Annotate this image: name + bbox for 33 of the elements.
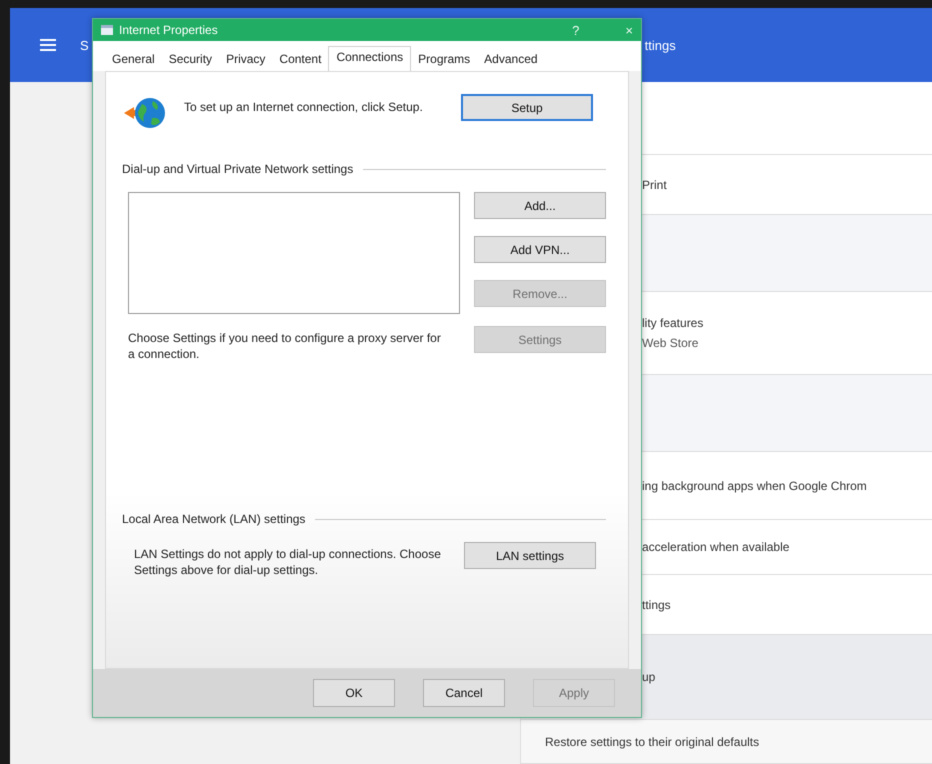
tab[interactable]: Advanced [477, 47, 545, 71]
tab[interactable]: General [105, 47, 162, 71]
setting-label: Restore settings to their original defaults [545, 734, 760, 750]
instruction-text: To set up an Internet connection, click Setup. [184, 100, 424, 114]
add-vpn-button[interactable]: Add VPN... [474, 236, 606, 263]
setup-button[interactable]: Setup [461, 94, 593, 121]
tab[interactable]: Security [162, 47, 220, 71]
lan-settings-button[interactable]: LAN settings [464, 542, 596, 569]
setting-label: Web Store [642, 335, 700, 352]
setting-label: ttings [642, 596, 672, 614]
tab[interactable]: Privacy [219, 47, 272, 71]
window-title: Internet Properties [119, 23, 218, 37]
page-title: S [80, 38, 89, 52]
group-heading: Dial-up and Virtual Private Network settings [122, 162, 354, 176]
setting-label: Print [642, 176, 668, 194]
setting-label: lity features [642, 315, 704, 332]
tab[interactable]: Connections [328, 46, 412, 71]
proxy-text: Choose Settings if you need to configure a proxy server for a connection. [128, 330, 442, 362]
cancel-button[interactable]: Cancel [423, 679, 505, 707]
setting-label: acceleration when available [642, 539, 790, 556]
page-title: ttings [644, 38, 676, 52]
setting-label: ing background apps when Google Chrom [642, 478, 868, 494]
tab[interactable]: Programs [411, 47, 478, 71]
ok-button[interactable]: OK [313, 679, 395, 707]
menu-icon[interactable] [40, 38, 56, 52]
add-button[interactable]: Add... [474, 192, 606, 219]
group-heading: Local Area Network (LAN) settings [122, 512, 306, 526]
connection-list[interactable] [128, 192, 460, 314]
tab[interactable]: Content [272, 47, 328, 71]
globe-icon [122, 96, 166, 130]
window-icon [101, 25, 113, 35]
lan-text: LAN Settings do not apply to dial-up connections. Choose Settings above for dial-up settings. [134, 546, 442, 578]
section-title: up [642, 669, 656, 686]
